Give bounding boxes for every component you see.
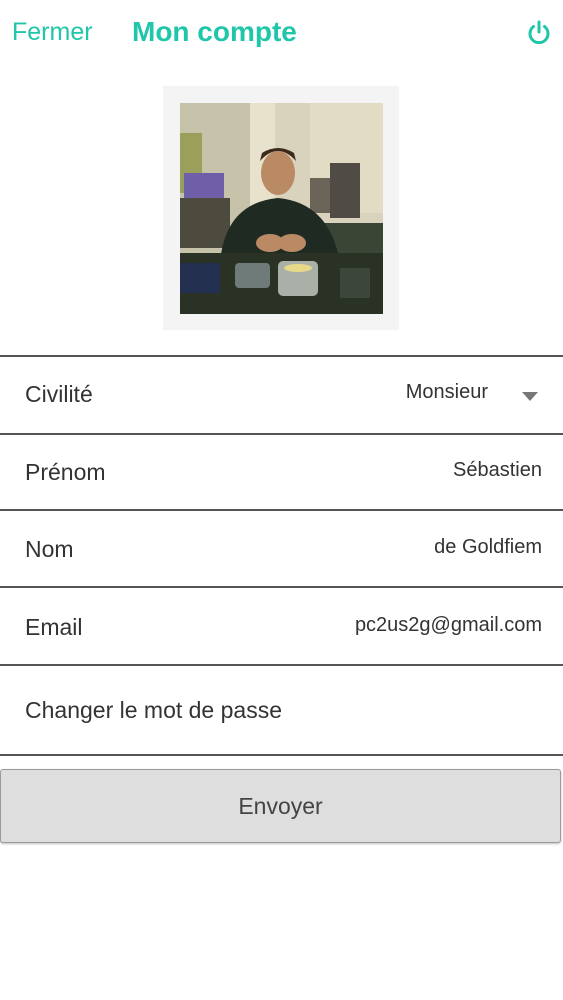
email-value[interactable]: pc2us2g@gmail.com bbox=[355, 614, 542, 637]
account-page: Fermer Mon compte Civilité Monsieur Prén… bbox=[0, 0, 563, 1000]
submit-button[interactable]: Envoyer bbox=[0, 769, 561, 843]
change-password-label: Changer le mot de passe bbox=[25, 697, 282, 723]
page-title: Mon compte bbox=[132, 16, 297, 47]
change-password-link[interactable]: Changer le mot de passe bbox=[0, 664, 563, 756]
power-icon-graphic bbox=[528, 20, 550, 45]
avatar-frame bbox=[163, 86, 399, 330]
civility-value: Monsieur bbox=[405, 381, 488, 403]
last-name-value[interactable]: de Goldfiem bbox=[434, 536, 542, 559]
avatar[interactable] bbox=[180, 103, 383, 314]
civility-label: Civilité bbox=[25, 381, 93, 407]
power-icon[interactable] bbox=[524, 18, 554, 48]
first-name-label: Prénom bbox=[25, 459, 106, 485]
first-name-field[interactable]: Prénom Sébastien bbox=[0, 433, 563, 510]
close-button[interactable]: Fermer bbox=[12, 18, 93, 47]
last-name-label: Nom bbox=[25, 536, 74, 562]
profile-photo bbox=[180, 103, 383, 314]
first-name-value[interactable]: Sébastien bbox=[453, 459, 542, 482]
last-name-field[interactable]: Nom de Goldfiem bbox=[0, 509, 563, 587]
caret-down-icon[interactable] bbox=[522, 392, 538, 401]
email-field[interactable]: Email pc2us2g@gmail.com bbox=[0, 586, 563, 665]
email-label: Email bbox=[25, 614, 83, 640]
header: Fermer Mon compte bbox=[0, 0, 563, 70]
civility-select[interactable]: Civilité Monsieur bbox=[0, 355, 563, 434]
